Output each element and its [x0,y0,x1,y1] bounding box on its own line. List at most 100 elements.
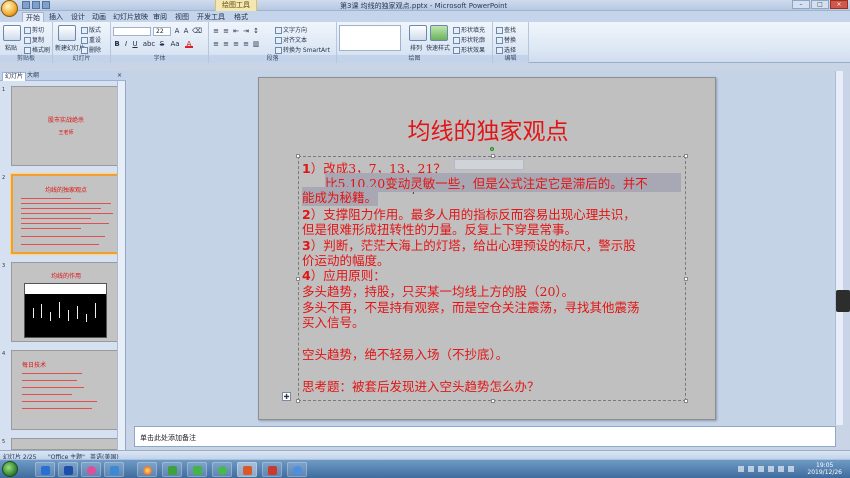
quick-styles-button[interactable]: 快速样式 [426,43,450,52]
tab-animation[interactable]: 动画 [92,12,106,22]
para-8[interactable]: 思考题：被套后发现进入空头趋势怎么办？ [302,376,540,395]
resize-handle[interactable] [491,154,495,158]
underline-button[interactable]: U [131,40,139,48]
resize-handle[interactable] [684,399,688,403]
arrange-icon[interactable] [409,25,427,41]
clear-format-icon[interactable]: ⌫ [192,27,202,35]
resize-handle[interactable] [296,154,300,158]
tray-icon[interactable] [758,466,764,472]
undo-icon[interactable] [32,1,40,9]
slide-thumbnail-5[interactable] [11,438,121,450]
maximize-button[interactable]: □ [811,0,829,9]
tray-icon[interactable] [748,466,754,472]
numbering-icon[interactable]: ≡ [222,27,230,35]
align-text-button[interactable]: 对齐文本 [275,35,307,44]
layout-button[interactable]: 版式 [81,25,101,34]
columns-icon[interactable]: ▥ [252,40,260,48]
taskbar-app[interactable] [104,462,124,477]
copy-button[interactable]: 复制 [24,35,44,44]
arrange-button[interactable]: 排列 [410,43,422,52]
redo-icon[interactable] [42,1,50,9]
align-left-icon[interactable]: ≡ [212,40,220,48]
replace-button[interactable]: 替换 [496,35,516,44]
find-button[interactable]: 查找 [496,25,516,34]
tab-slides[interactable]: 幻灯片 [2,72,27,81]
tab-review[interactable]: 审阅 [153,12,167,22]
floating-widget[interactable] [836,290,850,312]
tab-format[interactable]: 格式 [234,12,248,22]
format-painter-button[interactable]: 格式刷 [24,45,50,54]
shrink-font-icon[interactable]: A [182,27,190,35]
font-size-combo[interactable]: 22 [153,27,171,36]
taskbar-app[interactable] [162,462,182,477]
tab-home[interactable]: 开始 [22,12,44,22]
panel-scrollbar[interactable] [117,81,125,450]
italic-button[interactable]: I [122,40,130,48]
strikethrough-button[interactable]: S [158,40,166,48]
resize-handle[interactable] [296,277,300,281]
close-button[interactable]: × [830,0,848,9]
tab-insert[interactable]: 插入 [49,12,63,22]
taskbar-app[interactable] [58,462,78,477]
clock[interactable]: 19:05 2019/12/26 [807,462,842,476]
editor-scrollbar[interactable] [835,71,843,425]
para-7[interactable]: 空头趋势，绝不轻易入场（不抄底）。 [302,344,508,363]
slide-thumbnail-1[interactable]: 股市实战绝杀 王老师 [11,86,121,166]
paste-button[interactable]: 粘贴 [5,43,17,52]
quick-styles-icon[interactable] [430,25,448,41]
select-button[interactable]: 选择 [496,45,516,54]
office-button[interactable] [1,0,18,17]
change-case-button[interactable]: Aa [169,40,181,48]
justify-icon[interactable]: ≡ [242,40,250,48]
close-panel-icon[interactable]: × [115,72,124,80]
shapes-gallery[interactable] [339,25,401,51]
bold-button[interactable]: B [113,40,121,48]
slide-thumbnail-3[interactable]: 均线的作用 [11,262,121,342]
align-center-icon[interactable]: ≡ [222,40,230,48]
mini-toolbar[interactable] [454,159,524,170]
shape-outline-button[interactable]: 形状轮廓 [453,35,485,44]
save-icon[interactable] [22,1,30,9]
decrease-indent-icon[interactable]: ⇤ [232,27,240,35]
slide-thumbnail-2[interactable]: 均线的独家观点 [11,174,121,254]
start-button[interactable] [2,461,18,477]
text-direction-button[interactable]: 文字方向 [275,25,307,34]
font-color-button[interactable]: A [185,40,193,48]
line-spacing-icon[interactable]: ↕ [252,27,260,35]
tab-developer[interactable]: 开发工具 [197,12,225,22]
taskbar-app[interactable] [187,462,207,477]
resize-handle[interactable] [296,399,300,403]
slide-title[interactable]: 均线的独家观点 [259,112,717,146]
tab-design[interactable]: 设计 [71,12,85,22]
taskbar-app[interactable] [35,462,55,477]
resize-handle[interactable] [491,399,495,403]
slide-thumbnail-4[interactable]: 每日技术 [11,350,121,430]
cut-button[interactable]: 剪切 [24,25,44,34]
minimize-button[interactable]: – [792,0,810,9]
network-icon[interactable] [778,466,784,472]
drawing-tools-context-tab[interactable]: 绘图工具 [215,0,257,11]
taskbar-app[interactable] [287,462,307,477]
tab-outline[interactable]: 大纲 [25,72,41,80]
taskbar-app-powerpoint[interactable] [237,462,257,477]
smartart-button[interactable]: 转换为 SmartArt [275,45,330,54]
increase-indent-icon[interactable]: ⇥ [242,27,250,35]
shadow-button[interactable]: abc [141,40,157,48]
tab-view[interactable]: 视图 [175,12,189,22]
grow-font-icon[interactable]: A [173,27,181,35]
content-textbox[interactable]: I 1）改成3，7，13，21？ 比5,10,20变动灵敏一些，但是公式注定它是… [296,154,688,403]
taskbar-app[interactable] [212,462,232,477]
taskbar-app[interactable] [262,462,282,477]
tray-icon[interactable] [768,466,774,472]
tab-slideshow[interactable]: 幻灯片放映 [113,12,148,22]
shape-fill-button[interactable]: 形状填充 [453,25,485,34]
slide-canvas[interactable]: 均线的独家观点 I 1）改成3，7，13，21？ 比5,10,20变动灵敏一些，… [258,77,716,420]
volume-icon[interactable] [788,466,794,472]
paste-icon[interactable] [3,25,21,41]
para-6-line-2[interactable]: 买入信号。 [302,312,365,331]
resize-handle[interactable] [684,154,688,158]
shape-effects-button[interactable]: 形状效果 [453,45,485,54]
reset-button[interactable]: 重设 [81,35,101,44]
taskbar-app[interactable] [81,462,101,477]
delete-slide-button[interactable]: 删除 [81,45,101,54]
